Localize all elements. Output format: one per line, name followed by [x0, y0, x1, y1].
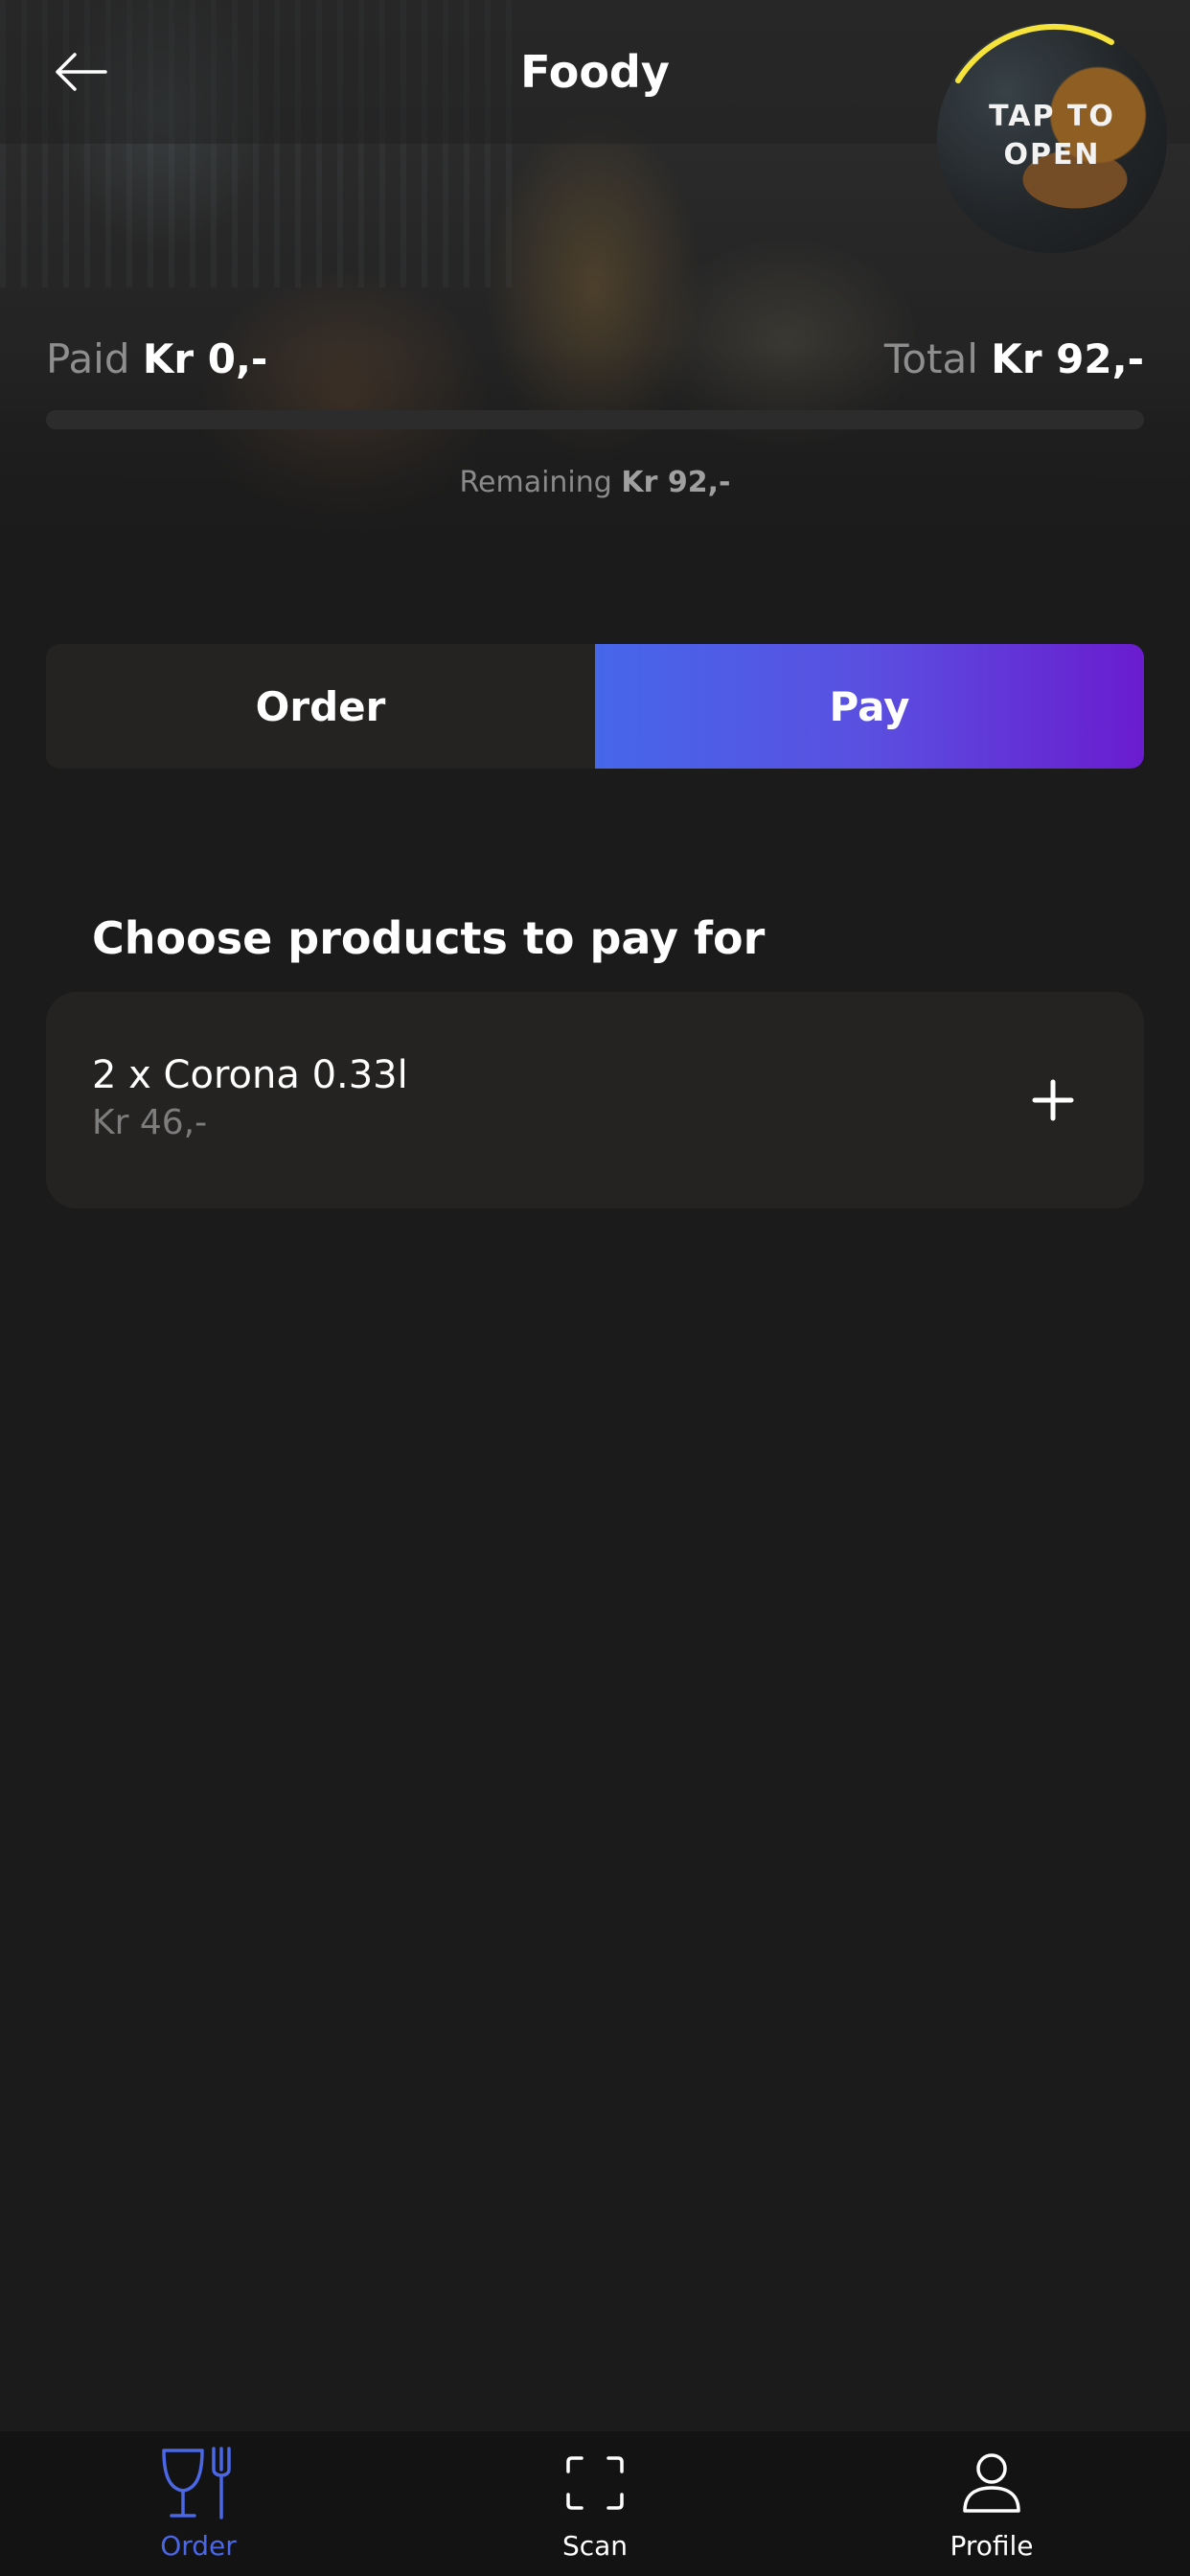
- order-pay-toggle: Order Pay: [46, 644, 1144, 769]
- nav-item-scan[interactable]: Scan: [397, 2431, 793, 2576]
- arrow-left-icon: [56, 53, 107, 91]
- add-product-button[interactable]: [1010, 1057, 1096, 1143]
- product-list-item[interactable]: 2 x Corona 0.33l Kr 46,-: [46, 992, 1144, 1208]
- payment-progress-bar: [46, 410, 1144, 429]
- bottom-nav: Order Scan Profile: [0, 2431, 1190, 2576]
- remaining-amount: Remaining Kr 92,-: [0, 462, 1190, 504]
- product-name: 2 x Corona 0.33l: [92, 1053, 408, 1097]
- nav-label-order: Order: [160, 2530, 237, 2562]
- total-label: Total: [883, 335, 978, 382]
- paid-value: Kr 0,-: [142, 335, 268, 382]
- remaining-label: Remaining: [459, 466, 612, 499]
- remaining-value: Kr 92,-: [621, 466, 731, 499]
- total-value: Kr 92,-: [991, 335, 1144, 382]
- nav-item-profile[interactable]: Profile: [793, 2431, 1190, 2576]
- paid-amount: Paid Kr 0,-: [46, 331, 267, 388]
- nav-label-scan: Scan: [561, 2530, 629, 2562]
- product-price: Kr 46,-: [92, 1103, 208, 1142]
- nav-label-profile: Profile: [950, 2530, 1034, 2562]
- scan-frame-icon: [557, 2445, 633, 2521]
- paid-label: Paid: [46, 335, 130, 382]
- tab-order[interactable]: Order: [46, 644, 595, 769]
- total-amount: Total Kr 92,-: [884, 331, 1144, 388]
- back-button[interactable]: [42, 38, 119, 105]
- wine-glass-fork-icon: [160, 2445, 237, 2521]
- screen: Foody TAP TO OPEN Paid Kr 0,- Total Kr 9…: [0, 0, 1190, 2576]
- person-icon: [953, 2445, 1030, 2521]
- nav-item-order[interactable]: Order: [0, 2431, 397, 2576]
- page-title: Foody: [520, 46, 670, 98]
- plus-icon: [1032, 1079, 1074, 1121]
- tap-to-open-label[interactable]: TAP TO OPEN: [937, 98, 1167, 174]
- tab-pay[interactable]: Pay: [595, 644, 1144, 769]
- section-heading: Choose products to pay for: [92, 912, 766, 964]
